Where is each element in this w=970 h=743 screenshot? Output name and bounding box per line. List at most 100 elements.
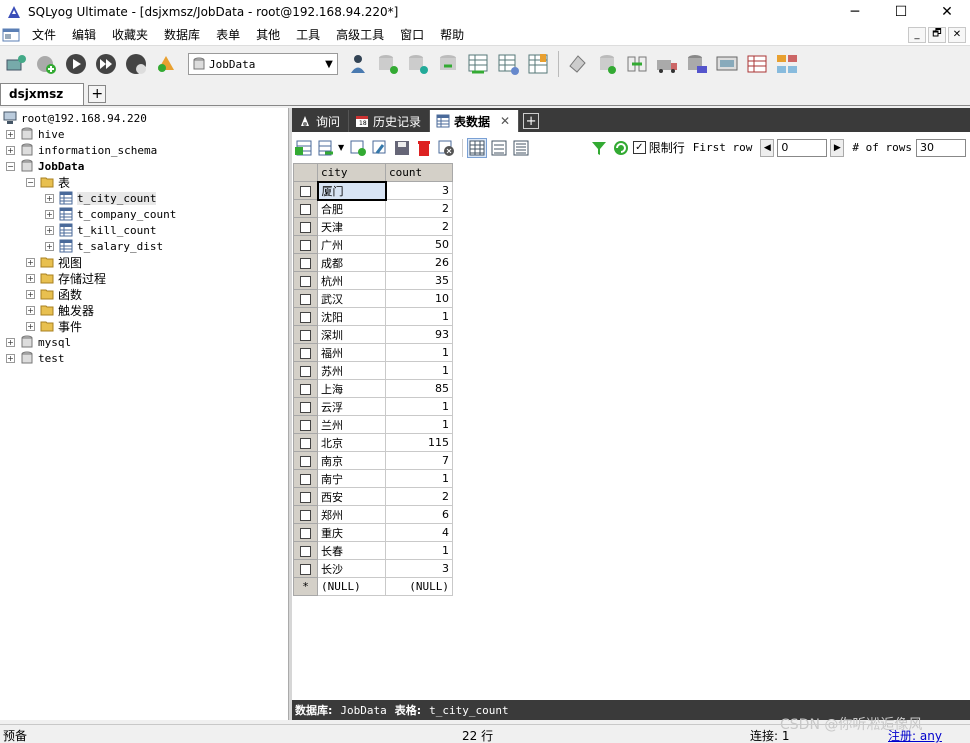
delete-row-button[interactable] (414, 138, 434, 158)
cancel-changes-button[interactable] (436, 138, 456, 158)
cell-count[interactable]: 4 (385, 523, 453, 542)
row-checkbox[interactable] (300, 365, 311, 377)
table-row[interactable]: 南京 7 (293, 451, 453, 470)
row-checkbox[interactable] (300, 563, 311, 575)
schema-view-button[interactable] (773, 50, 801, 78)
tab-table-data[interactable]: 表数据 ✕ (430, 110, 520, 132)
row-select-cell[interactable] (293, 541, 318, 560)
first-row-input[interactable]: 0 (777, 138, 828, 157)
cell-count[interactable]: 7 (385, 451, 453, 470)
tree-folder-procedures[interactable]: + 存储过程 (26, 270, 106, 286)
row-select-cell[interactable] (293, 235, 318, 254)
cell-city[interactable]: 广州 (317, 235, 386, 254)
row-checkbox[interactable] (300, 455, 311, 467)
cell-city[interactable]: 天津 (317, 217, 386, 236)
row-checkbox[interactable] (300, 239, 311, 251)
duplicate-row-button[interactable] (370, 138, 390, 158)
mdi-minimize-button[interactable]: _ (908, 26, 926, 43)
cell-count[interactable]: 1 (385, 307, 453, 326)
table-row[interactable]: 合肥 2 (293, 199, 453, 218)
row-select-cell[interactable] (293, 379, 318, 398)
row-checkbox[interactable] (300, 383, 311, 395)
menu-advanced-tools[interactable]: 高级工具 (328, 24, 392, 46)
cell-count[interactable]: 3 (385, 181, 453, 200)
tree-db-hive[interactable]: + hive (6, 126, 65, 142)
row-checkbox[interactable] (300, 203, 311, 215)
execute-all-button[interactable] (92, 50, 120, 78)
menu-edit[interactable]: 编辑 (64, 24, 104, 46)
menu-help[interactable]: 帮助 (432, 24, 472, 46)
tree-db-test[interactable]: + test (6, 350, 65, 366)
cell-count[interactable]: 26 (385, 253, 453, 272)
row-select-cell[interactable] (293, 325, 318, 344)
minimize-button[interactable]: ─ (832, 0, 878, 24)
table-row[interactable]: 武汉 10 (293, 289, 453, 308)
row-select-cell[interactable] (293, 217, 318, 236)
tree-folder-views[interactable]: + 视图 (26, 254, 82, 270)
table-row[interactable]: 郑州 6 (293, 505, 453, 524)
cell-city[interactable]: 兰州 (317, 415, 386, 434)
row-select-cell[interactable] (293, 433, 318, 452)
table-row[interactable]: 杭州 35 (293, 271, 453, 290)
tab-query[interactable]: 询问 (292, 110, 350, 132)
row-checkbox[interactable] (300, 545, 311, 557)
schema-designer-button[interactable] (152, 50, 180, 78)
query-builder-button[interactable] (743, 50, 771, 78)
filter-button[interactable] (589, 138, 609, 158)
cell-city[interactable]: 南京 (317, 451, 386, 470)
cell-count[interactable]: 1 (385, 469, 453, 488)
table-row[interactable]: 广州 50 (293, 235, 453, 254)
table-row[interactable]: 厦门 3 (293, 180, 453, 201)
row-select-cell[interactable] (293, 289, 318, 308)
table-row[interactable]: 长沙 3 (293, 559, 453, 578)
row-checkbox[interactable] (300, 527, 311, 539)
expand-icon[interactable]: + (45, 193, 54, 203)
cell-count[interactable]: (NULL) (385, 577, 453, 596)
cell-city[interactable]: 合肥 (317, 199, 386, 218)
row-checkbox[interactable] (300, 509, 311, 521)
cell-count[interactable]: 2 (385, 217, 453, 236)
expand-icon[interactable]: + (26, 257, 35, 267)
menu-favorites[interactable]: 收藏夹 (104, 24, 156, 46)
tree-folder-events[interactable]: + 事件 (26, 318, 82, 334)
row-checkbox[interactable] (300, 491, 311, 503)
prev-page-button[interactable]: ◀ (760, 138, 775, 157)
table-row[interactable]: 天津 2 (293, 217, 453, 236)
table-row[interactable]: 云浮 1 (293, 397, 453, 416)
collapse-icon[interactable]: − (6, 161, 15, 171)
row-select-cell[interactable] (293, 487, 318, 506)
row-checkbox[interactable] (300, 419, 311, 431)
insert-row-button[interactable] (294, 138, 314, 158)
table-row[interactable]: 西安 2 (293, 487, 453, 506)
cell-count[interactable]: 6 (385, 505, 453, 524)
expand-icon[interactable]: + (26, 321, 35, 331)
cell-city[interactable]: 长沙 (317, 559, 386, 578)
expand-icon[interactable]: + (26, 289, 35, 299)
cell-city[interactable]: 苏州 (317, 361, 386, 380)
sync-button[interactable] (434, 50, 462, 78)
menu-tools[interactable]: 工具 (288, 24, 328, 46)
tree-table-t-kill-count[interactable]: + t_kill_count (45, 222, 156, 238)
tree-folder-functions[interactable]: + 函数 (26, 286, 82, 302)
row-checkbox[interactable] (300, 311, 311, 323)
cell-city[interactable]: 武汉 (317, 289, 386, 308)
row-checkbox[interactable] (300, 257, 311, 269)
dropdown-arrow-icon[interactable]: ▼ (338, 143, 344, 152)
close-button[interactable]: ✕ (924, 0, 970, 24)
table-row[interactable]: 成都 26 (293, 253, 453, 272)
row-select-cell[interactable] (293, 505, 318, 524)
row-select-cell[interactable] (293, 451, 318, 470)
new-tab-button[interactable]: + (523, 113, 540, 129)
schedule-button[interactable] (653, 50, 681, 78)
save-button[interactable] (392, 138, 412, 158)
cell-count[interactable]: 10 (385, 289, 453, 308)
table-row[interactable]: 苏州 1 (293, 361, 453, 380)
row-checkbox[interactable] (300, 221, 311, 233)
next-page-button[interactable]: ▶ (830, 138, 845, 157)
cell-count[interactable]: 1 (385, 343, 453, 362)
row-select-cell[interactable] (293, 361, 318, 380)
cell-city[interactable]: 上海 (317, 379, 386, 398)
column-header-city[interactable]: city (317, 163, 386, 182)
expand-icon[interactable]: + (6, 353, 15, 363)
tree-folder-tables[interactable]: − 表 (26, 174, 70, 190)
